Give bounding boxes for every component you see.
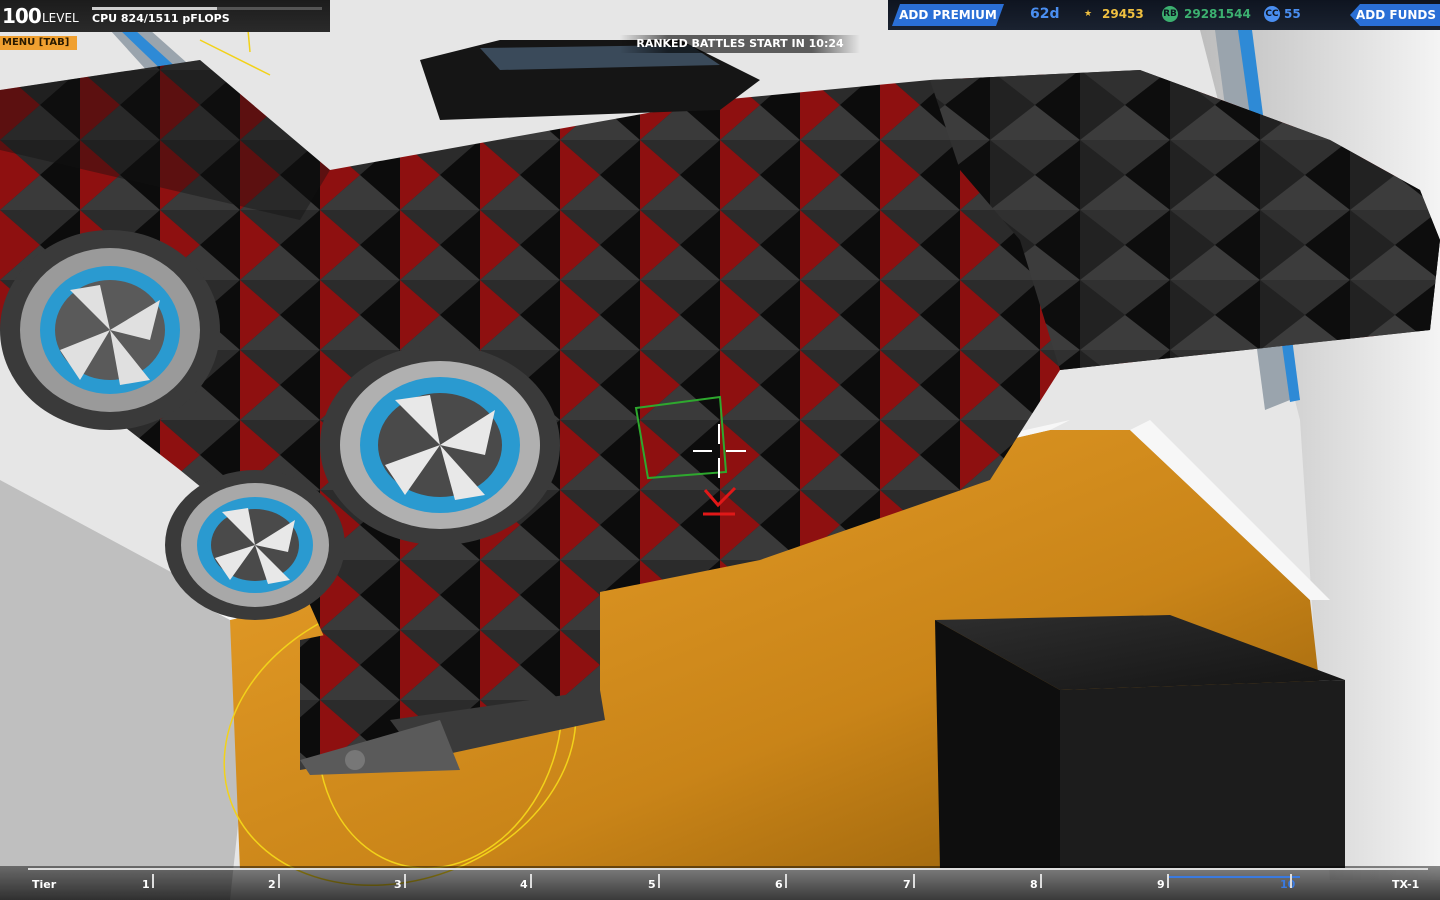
- tier-tick: [530, 874, 532, 888]
- cosmetic-credits-icon: CC: [1264, 6, 1280, 22]
- rotor-wheel: [320, 345, 560, 545]
- tier-marker-4: 4: [520, 878, 528, 891]
- robits-value: 29281544: [1184, 7, 1251, 21]
- tier-tick: [152, 874, 154, 888]
- tier-marker-7: 7: [903, 878, 911, 891]
- player-status-panel: 100 LEVEL CPU 824/1511 pFLOPS: [0, 0, 330, 32]
- tier-tick: [785, 874, 787, 888]
- tier-tick: [278, 874, 280, 888]
- tier-marker-8: 8: [1030, 878, 1038, 891]
- rotor-wheel: [0, 230, 220, 430]
- cpu-usage-text: CPU 824/1511 pFLOPS: [92, 12, 230, 25]
- add-premium-button[interactable]: ADD PREMIUM: [892, 4, 1004, 26]
- tier-marker-6: 6: [775, 878, 783, 891]
- tier-tick: [1040, 874, 1042, 888]
- tier-marker-10: 10: [1280, 878, 1296, 891]
- game-viewport[interactable]: [0, 0, 1440, 900]
- player-level-value: 100: [2, 4, 42, 28]
- menu-button[interactable]: MENU [TAB]: [0, 36, 78, 50]
- tier-tick: [404, 874, 406, 888]
- cpu-usage-fill: [92, 7, 218, 10]
- robits-icon: RB: [1162, 6, 1178, 22]
- player-level-label: LEVEL: [42, 11, 79, 25]
- tier-marker-1: 1: [142, 878, 150, 891]
- tier-tick: [658, 874, 660, 888]
- tier-label: Tier: [32, 878, 57, 891]
- tier-tick: [1290, 874, 1292, 888]
- tier-bar: [0, 866, 1440, 900]
- tier-track: [28, 868, 1428, 870]
- ranked-battles-timer: RANKED BATTLES START IN 10:24: [620, 35, 860, 53]
- cosmetic-credits-value: 55: [1284, 7, 1301, 21]
- rotor-wheel: [165, 470, 345, 620]
- add-funds-button[interactable]: ADD FUNDS: [1350, 4, 1440, 26]
- tier-tick: [913, 874, 915, 888]
- tier-marker-9: 9: [1157, 878, 1165, 891]
- tech-points-icon: ★: [1083, 9, 1093, 19]
- cpu-usage-bar: [92, 7, 322, 10]
- tier-tick: [1167, 874, 1169, 888]
- tier-marker-2: 2: [268, 878, 276, 891]
- tech-points-value: 29453: [1102, 7, 1144, 21]
- tier-marker-5: 5: [648, 878, 656, 891]
- tier-marker-tx-1: TX-1: [1392, 878, 1420, 891]
- tier-marker-3: 3: [394, 878, 402, 891]
- premium-days-remaining: 62d: [1030, 6, 1060, 22]
